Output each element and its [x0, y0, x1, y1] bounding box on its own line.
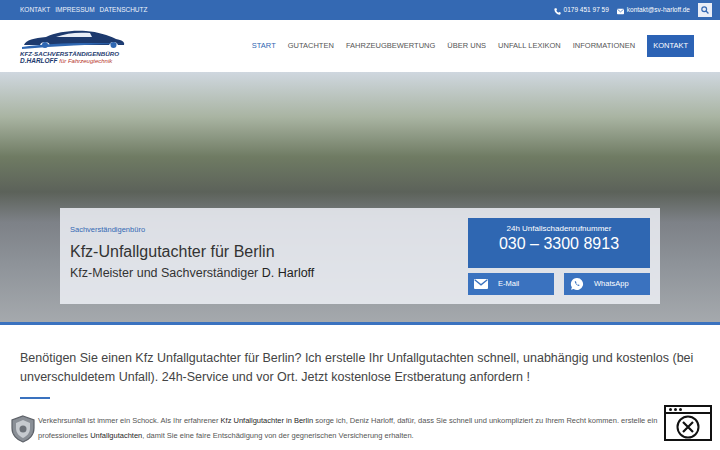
logo-line: D.HARLOFF für Fahrzeugtechnik	[20, 57, 128, 65]
hotline-label: 24h Unfallschadenrufnummer	[472, 224, 646, 234]
hero-panel: Sachverständigenbüro Kfz-Unfallgutachter …	[60, 208, 660, 304]
main-nav: START GUTACHTEN FAHRZEUGBEWERTUNG ÜBER UNS U…	[252, 35, 694, 56]
phone-number[interactable]: 0179 451 97 59	[564, 5, 609, 15]
close-icon[interactable]	[666, 414, 710, 439]
hotline-box[interactable]: 24h Unfallschadenrufnummer030 – 3300 891…	[468, 218, 650, 268]
hero-contact: 24h Unfallschadenrufnummer030 – 3300 891…	[468, 208, 650, 304]
contact-button[interactable]: KONTAKT	[647, 35, 694, 56]
nav-item[interactable]: START	[252, 40, 276, 51]
email-address[interactable]: kontakt@sv-harloff.de	[627, 5, 690, 15]
close-widget[interactable]	[664, 405, 712, 441]
top-contact: 0179 451 97 59 kontakt@sv-harloff.de	[554, 3, 712, 17]
phone-icon	[554, 7, 561, 14]
top-link[interactable]: KONTAKT	[20, 5, 50, 15]
paragraph-text: , damit Sie eine faire Entschädigung von…	[142, 431, 413, 440]
hero-kicker: Sachverständigenbüro	[70, 224, 458, 235]
search-button[interactable]	[698, 3, 712, 17]
nav-item[interactable]: UNFALL LEXIKON	[498, 40, 561, 51]
hero-title: Kfz-Unfallgutachter für Berlin	[70, 242, 458, 261]
accent-underline	[20, 397, 50, 399]
phone-info[interactable]: 0179 451 97 59	[554, 5, 609, 15]
intro-lead: Benötigen Sie einen Kfz Unfallgutachter …	[20, 349, 700, 388]
whatsapp-icon	[570, 278, 584, 290]
nav-item[interactable]: FAHRZEUGBEWERTUNG	[346, 40, 435, 51]
hero-name: D. Harloff	[262, 266, 315, 280]
button-label[interactable]: WhatsApp	[594, 278, 629, 289]
nav-item[interactable]: INFORMATIONEN	[573, 40, 635, 51]
header: KFZ-SACHVERSTÄNDIGENBÜROD.HARLOFF für Fa…	[0, 20, 720, 72]
divider-line	[0, 322, 720, 325]
logo[interactable]: KFZ-SACHVERSTÄNDIGENBÜROD.HARLOFF für Fa…	[20, 27, 128, 66]
envelope-icon	[617, 7, 624, 14]
nav-item[interactable]: ÜBER UNS	[447, 40, 486, 51]
button-label[interactable]: E-Mail	[498, 278, 519, 289]
top-link[interactable]: IMPRESSUM	[55, 5, 94, 15]
security-badge-icon[interactable]	[10, 415, 36, 443]
highlight-text: Unfallgutachten	[90, 431, 142, 440]
intro-section: Benötigen Sie einen Kfz Unfallgutachter …	[0, 325, 720, 443]
envelope-icon	[474, 278, 488, 290]
hero-photo: Sachverständigenbüro Kfz-Unfallgutachter …	[0, 72, 720, 322]
top-link[interactable]: DATENSCHUTZ	[100, 5, 148, 15]
logo-name: D.HARLOFF	[20, 57, 58, 64]
hero-text: Sachverständigenbüro Kfz-Unfallgutachter …	[60, 208, 468, 304]
hero-subtitle: Kfz-Meister und Sachverständiger D. Harl…	[70, 265, 458, 281]
whatsapp-button[interactable]: WhatsApp	[564, 273, 650, 295]
widget-titlebar	[666, 407, 710, 414]
highlight-text: Kfz Unfallgutachter in Berlin	[221, 416, 314, 425]
nav-item[interactable]: GUTACHTEN	[288, 40, 334, 51]
hero-buttons: E-Mail WhatsApp	[468, 273, 650, 295]
paragraph-text: Verkehrsunfall ist immer ein Schock. Als…	[38, 416, 221, 425]
top-bar: KONTAKT IMPRESSUM DATENSCHUTZ 0179 451 97 …	[0, 0, 720, 20]
hero-subtitle-text: Kfz-Meister und Sachverständiger	[70, 266, 258, 280]
hotline-number[interactable]: 030 – 3300 8913	[472, 234, 646, 255]
top-links: KONTAKT IMPRESSUM DATENSCHUTZ	[20, 5, 153, 15]
logo-subtitle: für Fahrzeugtechnik	[59, 58, 112, 64]
email-button[interactable]: E-Mail	[468, 273, 554, 295]
logo-title: KFZ-SACHVERSTÄNDIGENBÜRO	[20, 51, 128, 58]
car-logo-icon	[20, 27, 128, 51]
email-info[interactable]: kontakt@sv-harloff.de	[617, 5, 690, 15]
intro-paragraph: Verkehrsunfall ist immer ein Schock. Als…	[20, 413, 700, 443]
magnifier-icon	[701, 6, 709, 14]
